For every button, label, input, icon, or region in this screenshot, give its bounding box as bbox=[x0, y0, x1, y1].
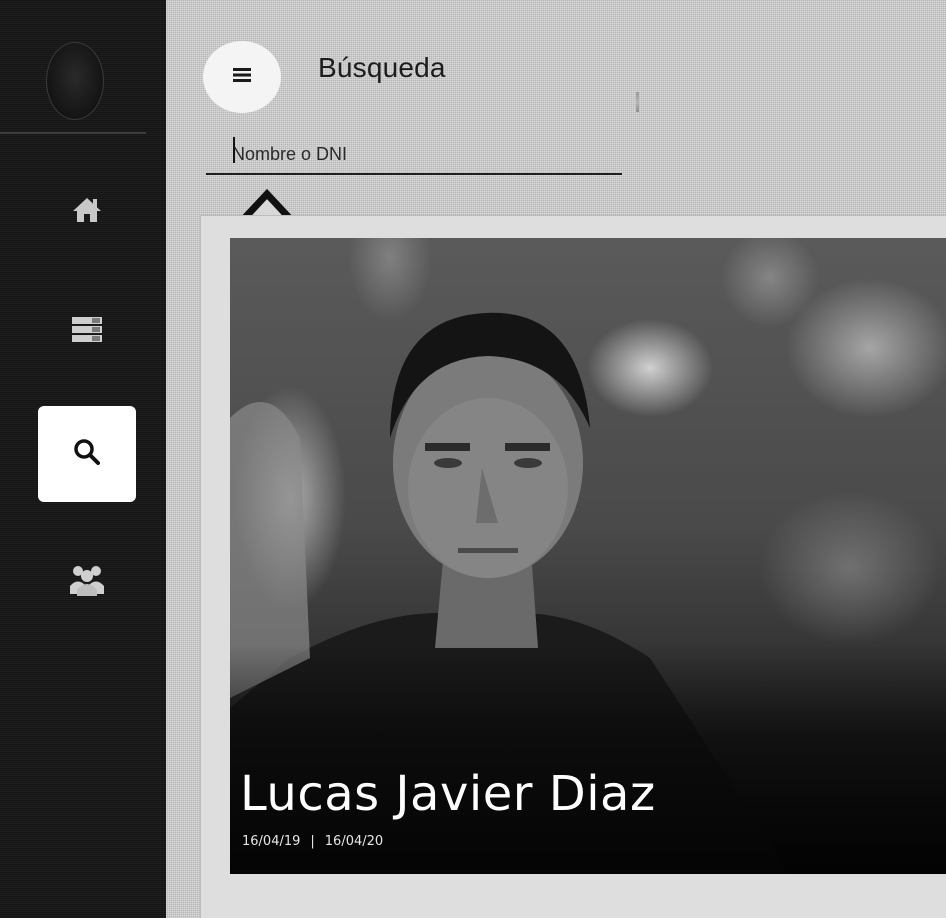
person-dates: 16/04/19 | 16/04/20 bbox=[242, 834, 383, 849]
sidebar-item-group[interactable] bbox=[38, 540, 136, 624]
search-icon bbox=[73, 438, 101, 471]
person-photo[interactable]: Lucas Javier Diaz 16/04/19 | 16/04/20 bbox=[230, 238, 946, 874]
logo[interactable] bbox=[46, 42, 104, 120]
date-end: 16/04/20 bbox=[324, 834, 384, 849]
sidebar-divider bbox=[0, 132, 146, 134]
page-title: Búsqueda bbox=[318, 52, 446, 83]
hamburger-menu-icon bbox=[232, 67, 252, 88]
app-window: Búsqueda Nombre o DNI Lucas Javier Diaz … bbox=[0, 0, 946, 918]
date-separator: | bbox=[310, 834, 315, 849]
artifact-speck bbox=[636, 92, 639, 112]
menu-button[interactable] bbox=[203, 41, 281, 113]
search-input[interactable] bbox=[206, 135, 622, 175]
group-icon bbox=[69, 564, 105, 601]
sidebar bbox=[0, 0, 166, 918]
sidebar-item-list[interactable] bbox=[38, 290, 136, 374]
person-name: Lucas Javier Diaz bbox=[240, 766, 656, 822]
text-caret bbox=[233, 137, 235, 163]
sidebar-item-search[interactable] bbox=[38, 406, 136, 502]
date-start: 16/04/19 bbox=[242, 834, 301, 849]
home-icon bbox=[72, 196, 102, 229]
sidebar-item-home[interactable] bbox=[38, 170, 136, 254]
list-icon bbox=[71, 315, 103, 350]
